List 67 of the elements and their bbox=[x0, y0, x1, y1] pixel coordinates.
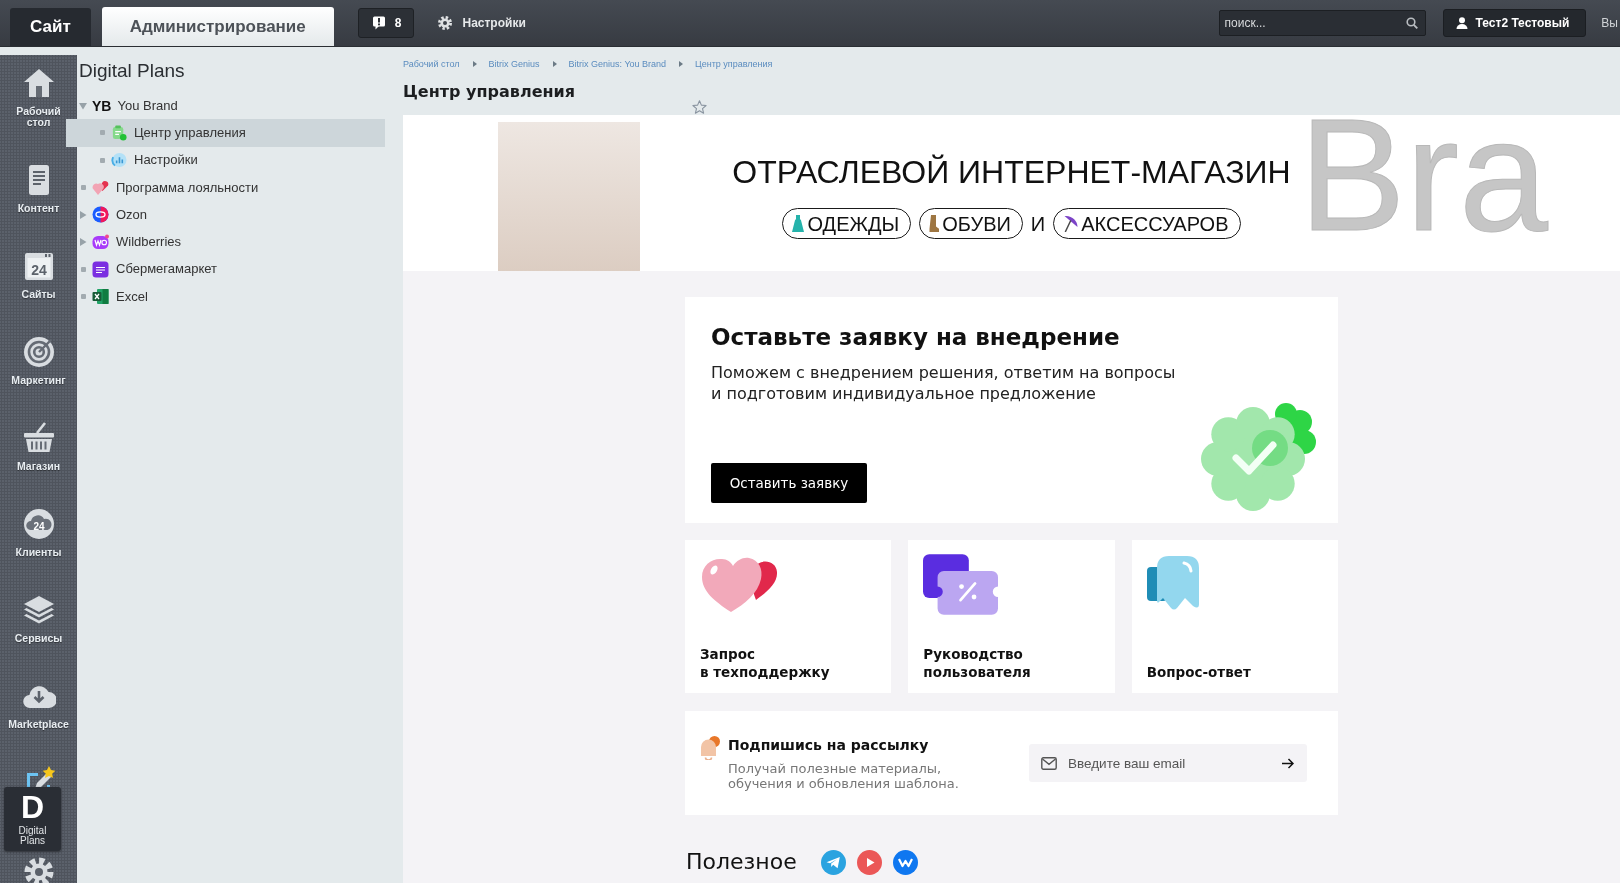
caret-down-icon[interactable] bbox=[79, 101, 87, 110]
user-button[interactable]: Тест2 Тестовый bbox=[1442, 9, 1587, 37]
person-icon bbox=[1455, 17, 1468, 29]
logout-link[interactable]: Вы bbox=[1601, 16, 1618, 30]
boot-icon bbox=[929, 215, 940, 232]
link-card[interactable]: Вопрос-ответ bbox=[1131, 540, 1338, 693]
banner-heading: ОТРАСЛЕВОЙ ИНТЕРНЕТ-МАГАЗИН bbox=[732, 154, 1291, 190]
nav-item[interactable]: Маркетинг bbox=[0, 324, 77, 410]
panel-title: Digital Plans bbox=[79, 60, 185, 82]
umbrella-icon bbox=[1063, 215, 1079, 232]
email-field[interactable]: Введите ваш email bbox=[1029, 744, 1307, 782]
arrow-icon[interactable] bbox=[1282, 757, 1294, 769]
gear-icon bbox=[438, 16, 453, 30]
search-field[interactable]: поиск... bbox=[1218, 10, 1426, 36]
chart-icon bbox=[111, 152, 127, 169]
target-icon bbox=[21, 335, 56, 369]
settings-button[interactable]: Настройки bbox=[438, 16, 526, 30]
link-card[interactable]: Запрос в техподдержку bbox=[685, 540, 892, 693]
bell-icon bbox=[698, 735, 720, 760]
breadcrumb-arrow-icon bbox=[679, 61, 684, 67]
nav-item[interactable]: Сервисы bbox=[0, 582, 77, 668]
breadcrumb-arrow-icon bbox=[552, 61, 557, 67]
bullet-icon bbox=[99, 157, 105, 163]
page-title: Центр управления bbox=[403, 82, 575, 102]
zigzag-logo-icon[interactable] bbox=[892, 849, 918, 875]
mail-icon bbox=[1041, 756, 1057, 770]
bullet-icon bbox=[80, 185, 86, 191]
dress-icon bbox=[792, 215, 805, 232]
cloud-badge-icon: 24 bbox=[21, 507, 56, 541]
nav-item[interactable]: 24 Клиенты bbox=[0, 496, 77, 582]
tab[interactable]: Администрирование bbox=[101, 7, 334, 46]
bullet-icon bbox=[99, 130, 105, 136]
logo-text: YB bbox=[92, 97, 112, 114]
tree-item[interactable]: Центр управления bbox=[66, 119, 385, 147]
round-logo-icon bbox=[92, 206, 109, 224]
breadcrumb-arrow-icon bbox=[472, 61, 477, 67]
star-icon[interactable] bbox=[692, 100, 707, 114]
backdrop-text: Bra bbox=[1299, 115, 1548, 239]
basket-icon bbox=[21, 421, 56, 455]
square-logo-icon bbox=[92, 260, 109, 278]
bullet-icon bbox=[80, 266, 86, 272]
paper-plane-icon[interactable] bbox=[820, 849, 846, 875]
app-tooltip[interactable]: D Digital Plans bbox=[4, 787, 61, 851]
section-title: Полезное bbox=[686, 849, 797, 875]
play-icon[interactable] bbox=[856, 849, 882, 875]
hearts-icon bbox=[92, 179, 109, 197]
card-text: Поможем с внедрением решения, ответим на вопросы и подготовим индивидуальное предложение bbox=[711, 362, 1176, 404]
bullet-icon bbox=[80, 294, 86, 300]
caret-right-icon[interactable] bbox=[79, 238, 87, 247]
nav-item[interactable]: Marketplace bbox=[0, 668, 77, 754]
alert-icon bbox=[371, 16, 386, 30]
request-button[interactable]: Оставить заявку bbox=[711, 463, 867, 503]
nav-item[interactable]: Магазин bbox=[0, 410, 77, 496]
caret-right-icon[interactable] bbox=[79, 210, 87, 219]
link-card[interactable]: Руководство пользователя bbox=[908, 540, 1115, 693]
subscribe-text: Получай полезные материалы, обучения и обновления шаблона. bbox=[728, 760, 959, 791]
card-title: Оставьте заявку на внедрение bbox=[711, 323, 1120, 351]
conjunction-text: И bbox=[1030, 212, 1046, 235]
tab[interactable]: Сайт bbox=[10, 8, 91, 46]
badge-logo-icon bbox=[92, 233, 109, 251]
subscribe-title: Подпишись на рассылку bbox=[728, 735, 930, 754]
bookmark-icon bbox=[1146, 554, 1202, 611]
ticket-icon bbox=[923, 554, 999, 615]
search-icon[interactable] bbox=[1405, 17, 1418, 29]
notifications-button[interactable]: 8 bbox=[357, 8, 415, 38]
clipboard-icon bbox=[111, 124, 127, 141]
spreadsheet-icon bbox=[92, 288, 109, 306]
